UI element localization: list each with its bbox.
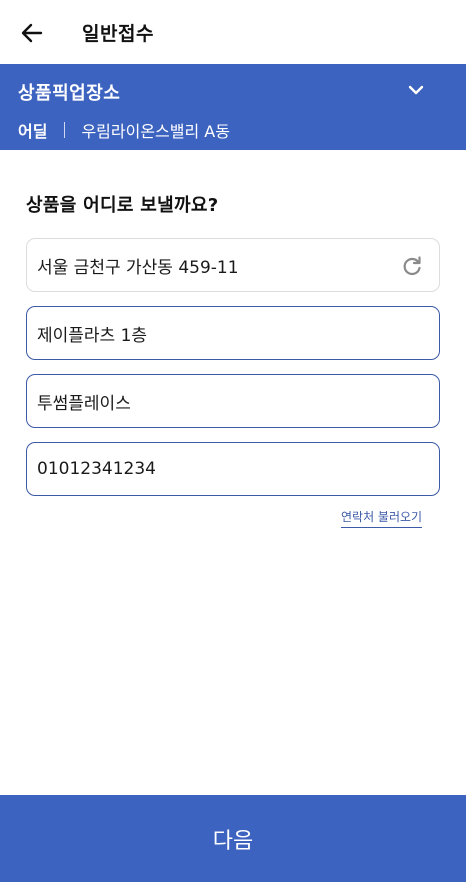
destination-question: 상품을 어디로 보낼까요?: [26, 195, 219, 216]
phone-input[interactable]: 01012341234: [26, 442, 440, 496]
address-value: 서울 금천구 가산동 459-11: [37, 257, 239, 278]
address-field[interactable]: 서울 금천구 가산동 459-11: [26, 238, 440, 292]
load-contacts-link[interactable]: 연락처 불러오기: [341, 508, 423, 528]
app-bar: 일반접수: [0, 0, 466, 64]
next-button-label: 다음: [212, 828, 254, 854]
pickup-location-panel: 상품픽업장소 어딜 우림라이온스밸리 A동: [0, 64, 466, 150]
arrow-left-icon: [21, 23, 43, 43]
pickup-label: 어딜: [18, 122, 48, 141]
pickup-divider: [64, 122, 66, 138]
next-button[interactable]: 다음: [0, 795, 466, 882]
refresh-address-button[interactable]: [399, 253, 425, 279]
pickup-title: 상품픽업장소: [18, 83, 121, 104]
detail-address-input[interactable]: 제이플라츠 1층: [26, 306, 440, 360]
recipient-name-input[interactable]: 투썸플레이스: [26, 374, 440, 428]
pickup-toggle-button[interactable]: [398, 74, 434, 106]
refresh-icon: [403, 256, 421, 276]
back-button[interactable]: [14, 16, 50, 50]
pickup-place: 우림라이온스밸리 A동: [81, 122, 230, 141]
phone-value: 01012341234: [37, 459, 156, 479]
chevron-down-icon: [408, 85, 424, 95]
detail-address-value: 제이플라츠 1층: [37, 325, 148, 346]
recipient-name-value: 투썸플레이스: [37, 393, 131, 414]
page-title: 일반접수: [82, 23, 154, 45]
pickup-location-row: 어딜 우림라이온스밸리 A동: [18, 118, 230, 142]
